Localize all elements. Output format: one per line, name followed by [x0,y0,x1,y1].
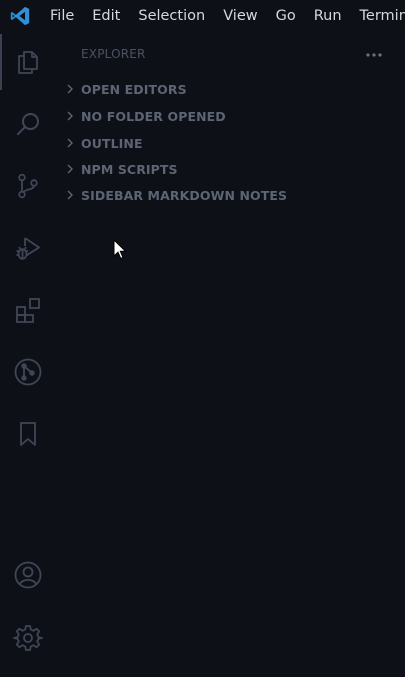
menu-run[interactable]: Run [305,0,351,32]
activity-git-graph[interactable] [0,344,56,400]
activity-bar [0,32,56,677]
section-label: OUTLINE [81,135,143,151]
chevron-right-icon [62,135,78,151]
mouse-cursor-icon [113,238,127,261]
section-open-editors[interactable]: OPEN EDITORS [56,76,405,102]
menu-bar: File Edit Selection View Go Run Terminal [0,0,405,32]
ellipsis-icon[interactable] [362,44,386,66]
menu-view[interactable]: View [214,0,266,32]
sidebar-title: EXPLORER [81,47,146,61]
explorer-sidebar: EXPLORER OPEN EDITORS NO FOLDER OPENED O… [56,32,405,677]
vscode-window: File Edit Selection View Go Run Terminal [0,0,405,677]
vscode-logo-icon [9,5,31,27]
chevron-right-icon [62,108,78,124]
activity-manage[interactable] [0,610,56,666]
activity-accounts[interactable] [0,547,56,603]
section-npm-scripts[interactable]: NPM SCRIPTS [56,156,405,182]
git-graph-icon [13,357,43,387]
activity-search[interactable] [0,96,56,152]
menu-selection[interactable]: Selection [129,0,214,32]
account-icon [13,560,43,590]
chevron-right-icon [62,81,78,97]
section-label: NPM SCRIPTS [81,161,178,177]
chevron-right-icon [62,161,78,177]
search-icon [14,110,42,138]
menu-terminal[interactable]: Terminal [351,0,405,32]
section-sidebar-markdown-notes[interactable]: SIDEBAR MARKDOWN NOTES [56,182,405,208]
sidebar-header: EXPLORER [56,40,405,70]
extensions-icon [14,296,42,324]
section-label: SIDEBAR MARKDOWN NOTES [81,187,288,203]
menu-edit[interactable]: Edit [83,0,129,32]
files-icon [14,48,42,76]
section-outline[interactable]: OUTLINE [56,130,405,156]
run-debug-icon [14,234,42,262]
section-label: OPEN EDITORS [81,81,187,97]
chevron-right-icon [62,187,78,203]
activity-run-debug[interactable] [0,220,56,276]
menu-go[interactable]: Go [267,0,305,32]
activity-source-control[interactable] [0,158,56,214]
bookmark-icon [14,420,42,448]
section-no-folder-opened[interactable]: NO FOLDER OPENED [56,103,405,129]
activity-extensions[interactable] [0,282,56,338]
section-label: NO FOLDER OPENED [81,108,226,124]
menu-file[interactable]: File [41,0,83,32]
gear-icon [13,623,43,653]
activity-bookmarks[interactable] [0,406,56,462]
source-control-icon [14,172,42,200]
activity-explorer[interactable] [0,34,56,90]
